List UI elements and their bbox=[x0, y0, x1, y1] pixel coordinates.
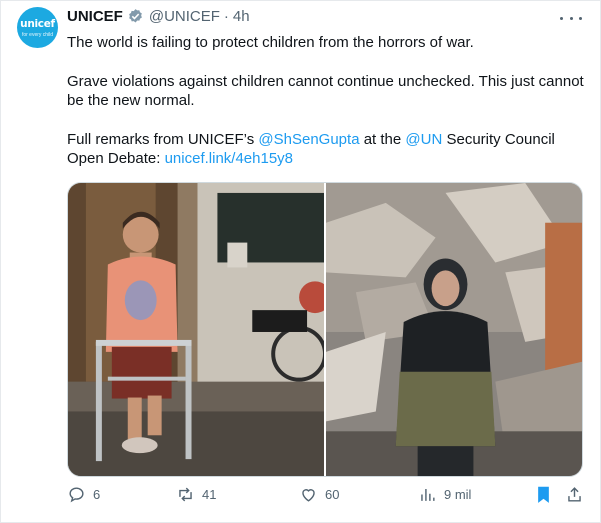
tweet-line-1: The world is failing to protect children… bbox=[67, 34, 474, 51]
repost-icon bbox=[179, 487, 192, 502]
remarks-prefix: Full remarks from UNICEF’s bbox=[67, 130, 259, 148]
like-icon bbox=[302, 489, 315, 502]
bookmark-icon bbox=[538, 486, 549, 503]
avatar-logo-text: unicef bbox=[20, 18, 55, 30]
views-icon bbox=[421, 488, 435, 501]
reply-button[interactable]: 6 bbox=[67, 485, 100, 504]
avatar-tagline: for every child bbox=[21, 32, 54, 38]
repost-button[interactable]: 41 bbox=[176, 485, 216, 504]
tweet-card[interactable]: unicef for every child UNICEF @UNICEF · … bbox=[0, 0, 601, 523]
action-bar: 6 41 60 9 mil bbox=[63, 485, 588, 511]
more-icon[interactable] bbox=[560, 9, 582, 27]
author-name[interactable]: UNICEF bbox=[67, 8, 123, 25]
remarks-mid: at the bbox=[359, 130, 406, 148]
tweet-line-3: Full remarks from UNICEF’s @ShSenGupta a… bbox=[67, 130, 587, 169]
avatar[interactable]: unicef for every child bbox=[17, 7, 58, 48]
view-count: 9 mil bbox=[444, 487, 472, 502]
media-grid bbox=[67, 182, 583, 477]
repost-count: 41 bbox=[202, 487, 217, 502]
tweet-header: UNICEF @UNICEF · 4h bbox=[67, 8, 250, 25]
post-time[interactable]: 4h bbox=[233, 8, 250, 25]
share-button[interactable] bbox=[565, 485, 591, 504]
like-button[interactable]: 60 bbox=[299, 485, 339, 504]
photo-child-with-walker[interactable] bbox=[68, 183, 324, 476]
author-handle[interactable]: @UNICEF bbox=[149, 8, 220, 25]
photo-youth-in-rubble[interactable] bbox=[326, 183, 582, 476]
reply-icon bbox=[69, 487, 84, 503]
tweet-line-2: Grave violations against children cannot… bbox=[67, 72, 584, 110]
mention-un[interactable]: @UN bbox=[405, 131, 442, 148]
separator-dot: · bbox=[223, 8, 229, 25]
views-button[interactable]: 9 mil bbox=[418, 485, 471, 504]
unicef-link[interactable]: unicef.link/4eh15y8 bbox=[165, 150, 293, 167]
mention-shsengupta[interactable]: @ShSenGupta bbox=[258, 131, 359, 148]
bookmark-button[interactable] bbox=[534, 485, 560, 504]
verified-badge-icon bbox=[127, 8, 144, 25]
reply-count: 6 bbox=[93, 487, 101, 502]
share-icon bbox=[568, 487, 581, 502]
tweet-text: The world is failing to protect children… bbox=[67, 33, 587, 188]
like-count: 60 bbox=[325, 487, 340, 502]
